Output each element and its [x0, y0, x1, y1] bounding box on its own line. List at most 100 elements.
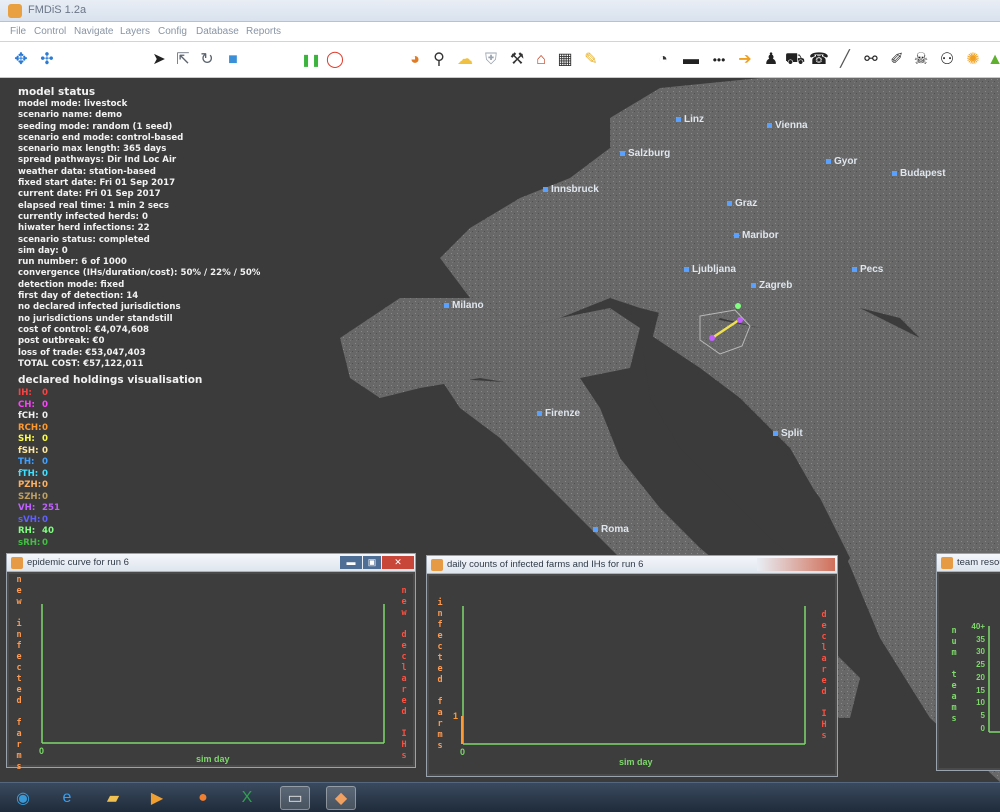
- legend-code: VH:: [18, 503, 36, 513]
- status-line: weather data: station-based: [18, 166, 156, 177]
- menu-6[interactable]: Reports: [246, 26, 281, 37]
- legend-code: sVH:: [18, 514, 41, 525]
- city-pecs[interactable]: Pecs: [852, 264, 883, 275]
- binoculars-icon[interactable]: ⚯: [860, 49, 882, 71]
- leaf-icon[interactable]: ▲: [984, 49, 1000, 71]
- city-label: Pecs: [860, 264, 884, 275]
- arrow-right-icon[interactable]: ➔: [734, 49, 756, 71]
- window-buttons[interactable]: [757, 558, 835, 571]
- city-label: Gyor: [834, 156, 858, 167]
- city-zagreb[interactable]: Zagreb: [751, 280, 792, 291]
- wifi-icon[interactable]: ◔: [652, 49, 674, 71]
- city-linz[interactable]: Linz: [676, 114, 704, 125]
- refresh-icon[interactable]: ↻: [196, 49, 218, 71]
- legend-code: IH:: [18, 388, 32, 398]
- grid-icon[interactable]: ▦: [554, 49, 576, 71]
- legend-value: 0: [42, 480, 48, 490]
- rectangle-icon[interactable]: ▬: [680, 49, 702, 71]
- pause-icon[interactable]: ❚❚: [300, 49, 322, 71]
- menu-3[interactable]: Layers: [120, 26, 150, 37]
- menu-2[interactable]: Navigate: [74, 26, 113, 37]
- file-explorer-icon[interactable]: ▰: [98, 786, 128, 810]
- daily-counts-titlebar[interactable]: daily counts of infected farms and IHs f…: [427, 556, 837, 574]
- person-icon[interactable]: ♟: [760, 49, 782, 71]
- city-label: Ljubljana: [692, 264, 736, 275]
- pencil-icon[interactable]: ✎: [580, 49, 602, 71]
- epidemic-x-origin: 0: [39, 746, 45, 756]
- legend-row: PZH:0: [18, 480, 202, 492]
- menu-1[interactable]: Control: [34, 26, 66, 37]
- epidemic-curve-titlebar[interactable]: epidemic curve for run 6 ▬ ▣ ✕: [7, 554, 415, 572]
- city-marker-icon: [684, 266, 689, 272]
- legend-row: RCH:0: [18, 423, 202, 435]
- legend-value: 40: [42, 526, 54, 536]
- close-button[interactable]: ✕: [382, 556, 414, 569]
- model-status-overlay: model status model mode: livestock scenar…: [18, 86, 260, 370]
- window-title: FMDiS 1.2a: [28, 4, 87, 16]
- telephone-icon[interactable]: ☎: [808, 49, 830, 71]
- pan-icon[interactable]: ✣: [36, 49, 58, 71]
- excel-icon[interactable]: X: [232, 786, 262, 810]
- select-arrow-icon[interactable]: ➤: [148, 49, 170, 71]
- legend-row: sRH: 0: [18, 538, 202, 550]
- epidemic-right-axis-label: n e w d e c l a r e d I H s: [401, 586, 407, 761]
- legend-value: 0: [42, 411, 48, 421]
- status-line: detection mode: fixed: [18, 279, 125, 290]
- status-line: loss of trade: €53,047,403: [18, 347, 146, 358]
- city-maribor[interactable]: Maribor: [734, 230, 779, 241]
- city-graz[interactable]: Graz: [727, 198, 757, 209]
- start-button-icon[interactable]: ◉: [8, 786, 38, 810]
- cattle-icon[interactable]: ✺: [962, 49, 984, 71]
- city-ljubljana[interactable]: Ljubljana: [684, 264, 736, 275]
- city-roma[interactable]: Roma: [593, 524, 629, 535]
- city-firenze[interactable]: Firenze: [537, 408, 580, 419]
- daily-y-tick: 1: [453, 711, 459, 721]
- city-milano[interactable]: Milano: [444, 300, 484, 311]
- hammer-icon[interactable]: ⚒: [506, 49, 528, 71]
- maximize-button[interactable]: ▣: [363, 556, 381, 569]
- zoom-extent-icon[interactable]: ✥: [10, 49, 32, 71]
- team-resources-titlebar[interactable]: team resou: [937, 554, 1000, 572]
- status-line: convergence (IHs/duration/cost): 50% / 2…: [18, 268, 261, 279]
- city-salzburg[interactable]: Salzburg: [620, 148, 670, 159]
- minimize-button[interactable]: ▬: [340, 556, 362, 569]
- people-icon[interactable]: ⚇: [936, 49, 958, 71]
- city-gyor[interactable]: Gyor: [826, 156, 857, 167]
- syringe-icon[interactable]: ✐: [886, 49, 908, 71]
- menu-0[interactable]: File: [10, 26, 26, 37]
- skull-icon[interactable]: ☠: [910, 49, 932, 71]
- media-player-icon[interactable]: ▶: [142, 786, 172, 810]
- cube-icon[interactable]: ■: [222, 49, 244, 71]
- city-label: Split: [781, 428, 803, 439]
- daily-counts-panel: daily counts of infected farms and IHs f…: [426, 555, 838, 777]
- app-icon: [8, 4, 22, 18]
- status-line: spread pathways: Dir Ind Loc Air: [18, 155, 177, 166]
- menu-5[interactable]: Database: [196, 26, 239, 37]
- city-vienna[interactable]: Vienna: [767, 120, 808, 131]
- city-marker-icon: [620, 150, 625, 156]
- pointer-icon[interactable]: ⇱: [172, 49, 194, 71]
- city-budapest[interactable]: Budapest: [892, 168, 946, 179]
- cloud-icon[interactable]: ☁: [454, 49, 476, 71]
- ie-browser-icon[interactable]: e: [52, 786, 82, 810]
- menu-4[interactable]: Config: [158, 26, 187, 37]
- terminal-icon[interactable]: ▭: [280, 786, 310, 810]
- city-label: Innsbruck: [551, 184, 599, 195]
- city-marker-icon: [734, 232, 739, 238]
- magnifier-icon[interactable]: ⚲: [428, 49, 450, 71]
- stop-icon[interactable]: ◯: [324, 49, 346, 71]
- shield-icon[interactable]: ⛨: [480, 49, 502, 71]
- farm-icon[interactable]: ⌂: [530, 49, 552, 71]
- daily-counts-plot: i n f e c t e d f a r m s d e c l a r e …: [429, 576, 835, 774]
- city-innsbruck[interactable]: Innsbruck: [543, 184, 599, 195]
- firefox-icon[interactable]: ●: [188, 786, 218, 810]
- status-line: TOTAL COST: €57,122,011: [18, 358, 144, 369]
- city-split[interactable]: Split: [773, 428, 803, 439]
- line-icon[interactable]: ╱: [834, 49, 856, 71]
- fmdis-app-icon[interactable]: ◆: [326, 786, 356, 810]
- pie-chart-icon[interactable]: ◕: [404, 49, 426, 71]
- city-label: Maribor: [742, 230, 779, 241]
- legend-code: SZH:: [18, 491, 42, 502]
- dots-icon[interactable]: •••: [708, 49, 730, 71]
- truck-icon[interactable]: ⛟: [784, 49, 806, 71]
